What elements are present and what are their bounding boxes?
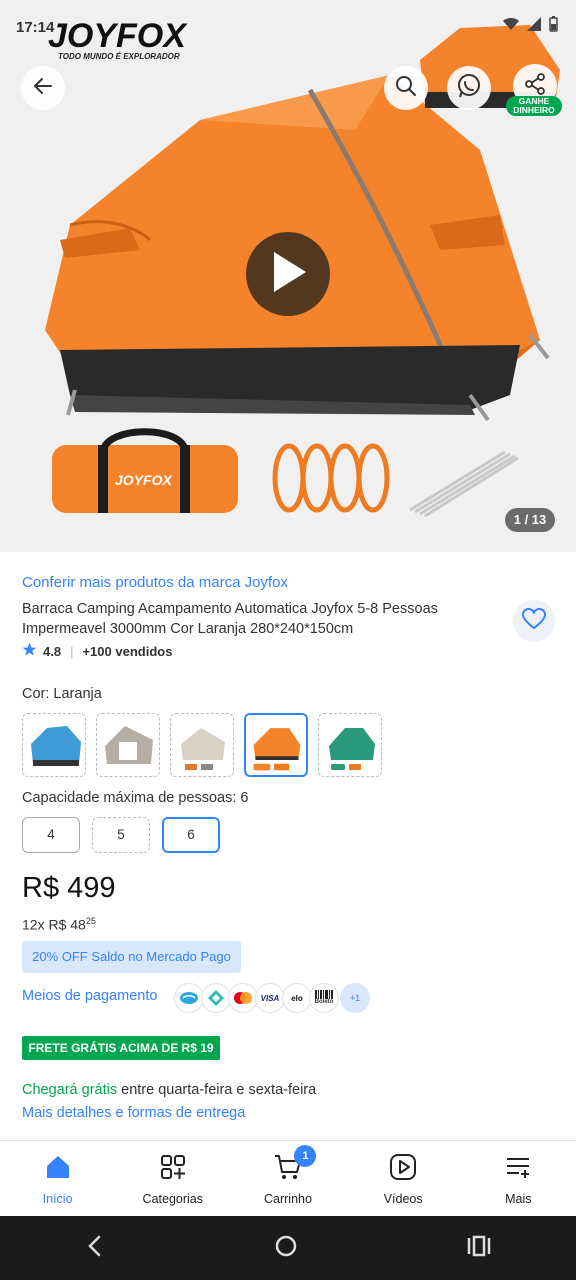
- brand-products-link[interactable]: Conferir mais produtos da marca Joyfox: [22, 574, 288, 591]
- brand-logo-tagline: TODO MUNDO É EXPLORADOR: [58, 52, 180, 61]
- system-home-icon[interactable]: [274, 1234, 298, 1263]
- nav-item-more[interactable]: Mais: [461, 1141, 576, 1216]
- mastercard-icon: [228, 983, 258, 1013]
- nav-item-categories[interactable]: Categorias: [115, 1141, 230, 1216]
- delivery-info: Chegará grátis entre quarta-feira e sext…: [22, 1082, 316, 1098]
- categories-icon: [159, 1153, 187, 1186]
- whatsapp-icon: [456, 73, 482, 104]
- rating-separator: |: [70, 643, 74, 659]
- visa-icon: visa: [255, 983, 285, 1013]
- earn-money-badge[interactable]: GANHE DINHEIRO: [506, 96, 562, 116]
- status-icons: [503, 16, 558, 35]
- boleto-icon: boleto: [309, 983, 339, 1013]
- color-option-blue[interactable]: [22, 713, 86, 777]
- mercado-pago-icon: [174, 983, 204, 1013]
- home-icon: [44, 1153, 72, 1186]
- delivery-window: entre quarta-feira e sexta-feira: [117, 1082, 317, 1098]
- boleto-label: boleto: [314, 999, 334, 1005]
- nav-label-more: Mais: [505, 1192, 532, 1206]
- tent-thumbnail-green: [329, 728, 375, 770]
- installments-value: 12x R$ 48: [22, 916, 86, 933]
- color-option-beige[interactable]: [170, 713, 234, 777]
- image-counter: 1 / 13: [505, 508, 555, 532]
- play-video-button[interactable]: [246, 232, 330, 316]
- pix-icon: [201, 983, 231, 1013]
- brand-logo-name: JOYFOX: [48, 17, 186, 55]
- wifi-icon: [503, 17, 519, 34]
- product-title: Barraca Camping Acampamento Automatica J…: [22, 601, 438, 637]
- arrow-left-icon: [31, 74, 55, 103]
- search-icon: [394, 74, 418, 103]
- search-button[interactable]: [384, 66, 428, 110]
- svg-text:JOYFOX: JOYFOX: [115, 472, 173, 488]
- color-label: Cor: Laranja: [22, 686, 102, 702]
- sold-count: +100 vendidos: [82, 643, 173, 659]
- play-icon: [268, 250, 308, 299]
- favorite-button[interactable]: [513, 600, 555, 642]
- payment-methods-link[interactable]: Meios de pagamento: [22, 988, 157, 1004]
- nav-item-home[interactable]: Início: [0, 1141, 115, 1216]
- bottom-navigation: Início Categorias 1 Carrinho Vídeos Mais: [0, 1140, 576, 1216]
- capacity-option-6[interactable]: 6: [162, 817, 220, 853]
- nav-label-categories: Categorias: [142, 1192, 203, 1206]
- elo-icon: elo: [282, 983, 312, 1013]
- more-payments-count: +1: [340, 983, 370, 1013]
- delivery-free-label: Chegará grátis: [22, 1082, 118, 1098]
- capacity-label: Capacidade máxima de pessoas: 6: [22, 790, 249, 806]
- color-options: [22, 713, 382, 777]
- system-back-icon[interactable]: [85, 1235, 105, 1262]
- system-navigation-bar: [0, 1216, 576, 1280]
- product-image-gallery[interactable]: JOYFOX 17:14 JOYFOX TODO MUNDO É EXPLORA…: [0, 0, 576, 552]
- rating-score: 4.8: [43, 643, 62, 659]
- promo-badge: 20% OFF Saldo no Mercado Pago: [22, 941, 241, 973]
- nav-item-cart[interactable]: 1 Carrinho: [230, 1141, 345, 1216]
- rating-row[interactable]: 4.8 | +100 vendidos: [22, 642, 172, 660]
- tent-thumbnail-beige: [181, 728, 225, 770]
- menu-icon: [504, 1153, 532, 1186]
- capacity-options: 4 5 6: [22, 817, 220, 853]
- brand-logo: JOYFOX TODO MUNDO É EXPLORADOR: [48, 18, 186, 61]
- nav-item-videos[interactable]: Vídeos: [346, 1141, 461, 1216]
- capacity-option-4[interactable]: 4: [22, 817, 80, 853]
- tent-thumbnail-gray: [105, 726, 153, 764]
- heart-icon: [521, 607, 547, 635]
- nav-label-videos: Vídeos: [383, 1192, 423, 1206]
- nav-label-home: Início: [42, 1192, 73, 1206]
- cart-count-badge: 1: [294, 1145, 317, 1167]
- system-recents-icon[interactable]: [467, 1235, 491, 1262]
- color-option-gray[interactable]: [96, 713, 160, 777]
- product-price: R$ 499: [22, 872, 116, 904]
- installments-cents: 25: [85, 916, 96, 926]
- color-option-orange[interactable]: [244, 713, 308, 777]
- payment-icons[interactable]: visa elo boleto +1: [174, 983, 370, 1013]
- tent-thumbnail-blue: [31, 726, 81, 766]
- installments: 12x R$ 4825: [22, 916, 96, 933]
- back-button[interactable]: [21, 66, 65, 110]
- color-option-green[interactable]: [318, 713, 382, 777]
- video-icon: [389, 1153, 417, 1186]
- nav-label-cart: Carrinho: [264, 1192, 312, 1206]
- tent-thumbnail-orange: [253, 728, 301, 771]
- battery-icon: [549, 16, 558, 35]
- signal-icon: [527, 17, 541, 34]
- star-icon: [22, 642, 37, 660]
- delivery-details-link[interactable]: Mais detalhes e formas de entrega: [22, 1105, 245, 1121]
- whatsapp-share-button[interactable]: [447, 66, 491, 110]
- capacity-option-5[interactable]: 5: [92, 817, 150, 853]
- free-shipping-badge: FRETE GRÁTIS ACIMA DE R$ 19: [22, 1036, 220, 1060]
